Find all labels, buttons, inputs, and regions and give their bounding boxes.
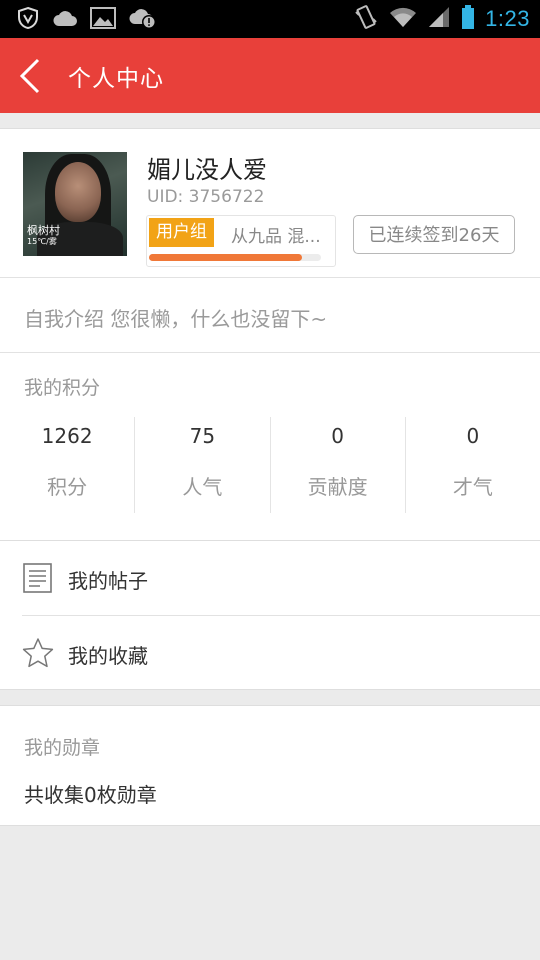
page-title: 个人中心 [68, 66, 164, 92]
points-value: 0 [466, 424, 480, 448]
user-group-badge: 用户组 [149, 218, 214, 247]
avatar-temp-text: 15℃/雾 [27, 237, 57, 246]
points-value: 75 [189, 424, 216, 448]
self-intro[interactable]: 自我介绍 您很懒，什么也没留下~ [24, 303, 327, 332]
medals-count: 共收集0枚勋章 [24, 783, 157, 807]
points-cell-score: 1262 积分 [0, 417, 134, 513]
menu-card: 我的帖子 我的收藏 [0, 540, 540, 690]
star-icon [22, 637, 54, 669]
user-group-name: 从九品 混... [231, 227, 321, 247]
avatar[interactable]: 枫树村 15℃/雾 [23, 152, 127, 256]
points-cell-talent: 0 才气 [404, 417, 540, 513]
wifi-icon [389, 6, 417, 32]
user-id: UID: 3756722 [147, 187, 265, 207]
vibrate-icon [353, 4, 379, 34]
title-bar: 个人中心 [0, 38, 540, 113]
battery-icon [461, 5, 475, 33]
shield-v-icon [16, 6, 40, 34]
level-progress-bar [149, 254, 321, 261]
menu-item-my-favorites[interactable]: 我的收藏 [0, 616, 540, 690]
divider [0, 277, 540, 278]
points-cell-popularity: 75 人气 [134, 417, 269, 513]
menu-item-label: 我的帖子 [68, 569, 148, 593]
document-icon [22, 562, 54, 594]
points-grid: 1262 积分 75 人气 0 贡献度 0 才气 [0, 417, 540, 513]
signal-icon [427, 6, 451, 32]
image-icon [90, 7, 116, 33]
username: 媚儿没人爱 [147, 156, 267, 184]
clock: 1:23 [485, 6, 530, 31]
points-label: 贡献度 [307, 475, 368, 499]
medals-section-title: 我的勋章 [24, 737, 101, 759]
points-section-title: 我的积分 [24, 377, 101, 399]
points-value: 1262 [41, 424, 93, 448]
cloud-icon [52, 8, 78, 32]
menu-item-label: 我的收藏 [68, 644, 148, 668]
points-label: 才气 [452, 475, 493, 499]
points-label: 积分 [47, 475, 88, 499]
menu-item-my-posts[interactable]: 我的帖子 [0, 541, 540, 615]
points-value: 0 [331, 424, 344, 448]
points-label: 人气 [182, 475, 223, 499]
user-group-box: 用户组 从九品 混... [146, 215, 336, 267]
status-bar: 1:23 [0, 0, 540, 38]
back-arrow-icon [19, 58, 40, 94]
points-cell-contribution: 0 贡献度 [269, 417, 405, 513]
checkin-button[interactable]: 已连续签到26天 [353, 215, 515, 254]
divider [0, 352, 540, 353]
level-progress-fill [149, 254, 303, 261]
cloud-alert-icon [128, 6, 158, 34]
back-button[interactable] [14, 56, 50, 96]
medals-card: 我的勋章 共收集0枚勋章 [0, 705, 540, 826]
